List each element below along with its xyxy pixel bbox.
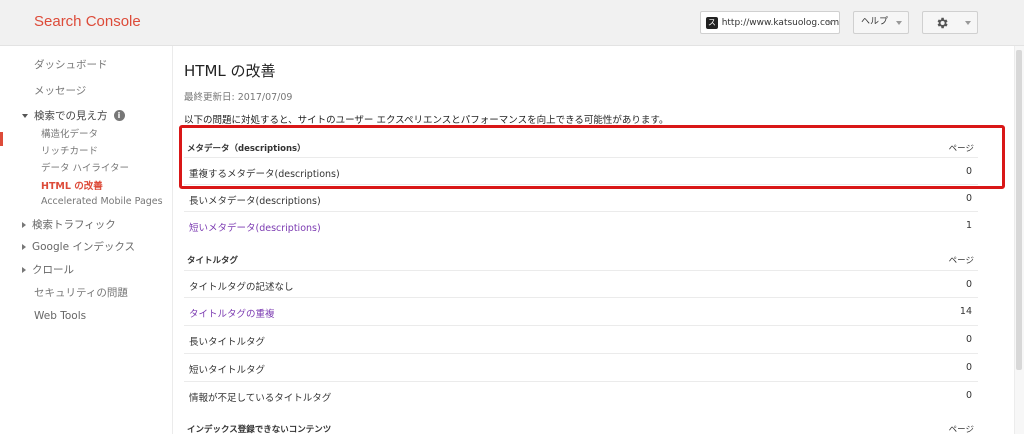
pages-column-header: ページ [948,425,974,434]
last-updated: 最終更新日: 2017/07/09 [184,92,293,103]
row-count: 0 [965,334,972,345]
table-row[interactable]: 短いタイトルタグ 0 [184,353,978,380]
sidebar-section-google-index[interactable]: Google インデックス [22,239,135,254]
intro-text: 以下の問題に対処すると、サイトのユーザー エクスペリエンスとパフォーマンスを向上… [184,115,669,126]
sidebar-item-data-highlighter[interactable]: データ ハイライター [41,160,129,174]
sidebar-section-label: クロール [32,264,74,276]
table-row[interactable]: 短いメタデータ(descriptions) 1 [184,211,978,238]
row-count: 14 [959,306,972,317]
table-row[interactable]: 情報が不足しているタイトルタグ 0 [184,381,978,408]
row-label: 長いタイトルタグ [189,337,266,348]
site-url: http://www.katsuolog.com/ [721,17,839,28]
sidebar-section-label: 検索トラフィック [32,219,116,231]
pages-column-header: ページ [948,256,974,266]
sidebar-section-label: 検索での見え方 [34,110,108,122]
row-count: 0 [965,279,972,290]
row-count: 0 [965,390,972,401]
gear-icon [937,17,948,29]
row-label: 情報が不足しているタイトルタグ [189,393,332,404]
row-link[interactable]: タイトルタグの重複 [189,306,275,320]
row-count: 1 [965,220,972,231]
row-link[interactable]: 短いメタデータ(descriptions) [189,220,321,234]
help-button[interactable]: ヘルプ [853,11,909,34]
expanded-triangle-icon [22,113,28,118]
site-favicon-icon: ス [706,16,718,29]
row-label: タイトルタグの記述なし [189,282,294,293]
sidebar-item-amp[interactable]: Accelerated Mobile Pages [41,196,163,207]
sidebar-item-security[interactable]: セキュリティの問題 [34,285,128,300]
scrollbar-thumb[interactable] [1016,50,1022,370]
section-title: タイトルタグ [187,256,239,266]
table-row[interactable]: タイトルタグの記述なし 0 [184,270,978,297]
row-count: 0 [965,193,972,204]
search-console-logo[interactable]: Search Console [34,13,141,30]
sidebar-divider [172,46,173,434]
chevron-down-icon [896,21,902,25]
highlight-box [179,125,1005,189]
top-bar: Search Console ス http://www.katsuolog.co… [0,0,1024,46]
active-indicator [0,132,3,146]
sidebar-item-web-tools[interactable]: Web Tools [34,310,86,322]
section-header-title-tags: タイトルタグ ページ [184,250,978,268]
settings-button[interactable] [922,11,978,34]
row-count: 0 [965,362,972,373]
sidebar-item-structured-data[interactable]: 構造化データ [41,126,98,140]
row-label: 長いメタデータ(descriptions) [189,196,321,207]
chevron-down-icon [827,21,833,25]
sidebar-section-crawl[interactable]: クロール [22,262,74,277]
page-title: HTML の改善 [184,62,276,80]
row-label: 短いタイトルタグ [189,365,266,376]
table-row[interactable]: タイトルタグの重複 14 [184,297,978,324]
chevron-down-icon [965,21,971,25]
site-selector[interactable]: ス http://www.katsuolog.com/ [700,11,840,34]
sidebar-item-rich-cards[interactable]: リッチカード [41,143,98,157]
sidebar-section-search-traffic[interactable]: 検索トラフィック [22,217,116,232]
help-label: ヘルプ [861,17,889,27]
section-header-non-indexable: インデックス登録できないコンテンツ ページ [184,418,978,434]
sidebar-item-messages[interactable]: メッセージ [34,83,86,98]
sidebar-section-label: Google インデックス [32,241,136,253]
sidebar: ダッシュボード メッセージ 検索での見え方 i 構造化データ リッチカード デー… [0,46,172,434]
collapsed-triangle-icon [22,243,26,250]
info-icon[interactable]: i [113,110,125,121]
collapsed-triangle-icon [22,266,26,273]
collapsed-triangle-icon [22,221,26,228]
table-row[interactable]: 長いタイトルタグ 0 [184,325,978,352]
section-title: インデックス登録できないコンテンツ [187,425,332,434]
sidebar-item-html-improvements[interactable]: HTML の改善 [41,178,103,192]
sidebar-item-dashboard[interactable]: ダッシュボード [34,57,108,72]
sidebar-section-search-appearance[interactable]: 検索での見え方 i [22,108,125,123]
